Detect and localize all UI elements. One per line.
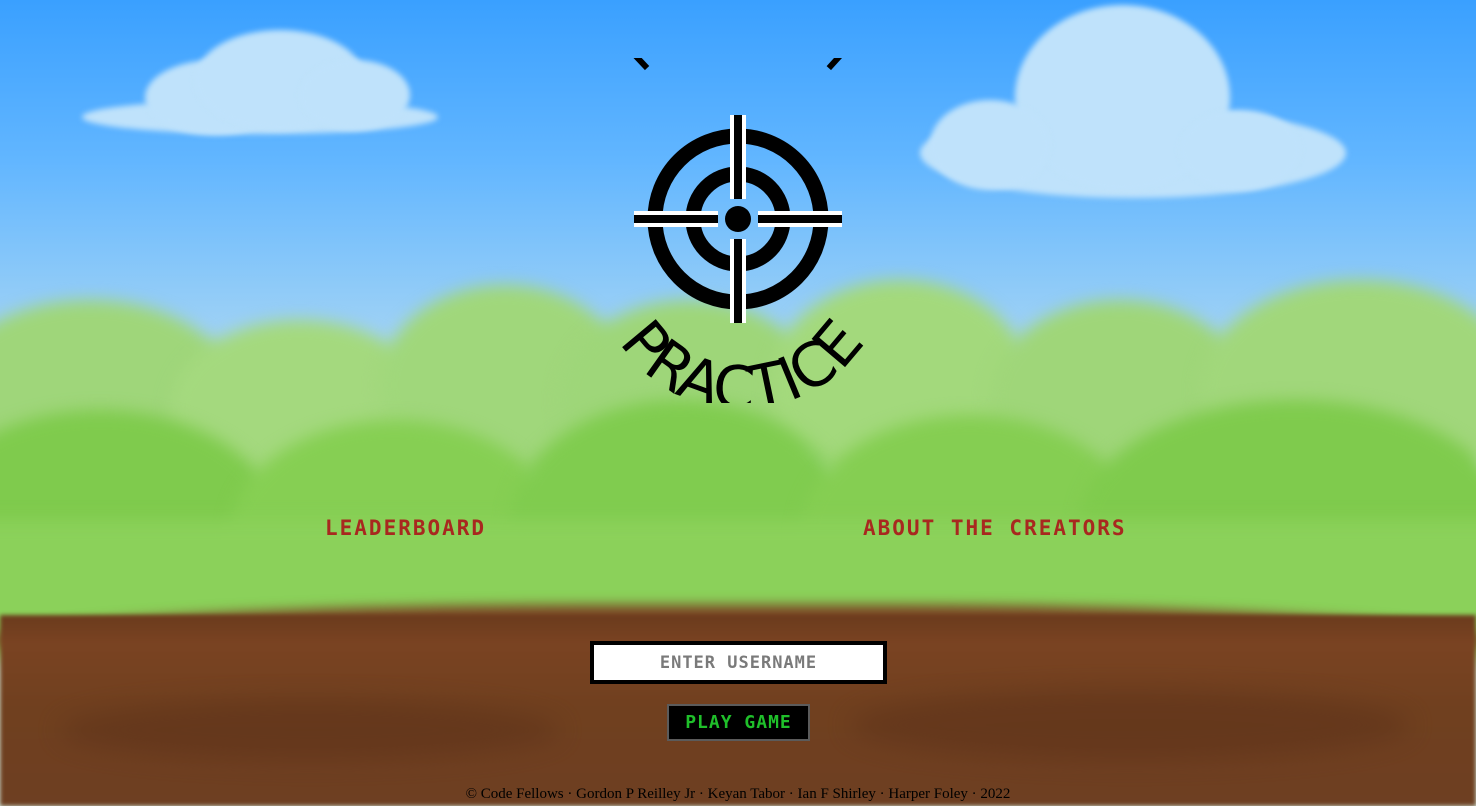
- logo-top-text: TARGET: [595, 58, 879, 92]
- username-input[interactable]: [590, 641, 887, 684]
- crosshair-target-icon: [634, 115, 842, 323]
- target-practice-logo: TARGET PRACTICE: [595, 58, 879, 403]
- about-the-creators-link[interactable]: ABOUT THE CREATORS: [863, 516, 1127, 540]
- footer-credits: © Code Fellows · Gordon P Reilley Jr · K…: [465, 786, 1011, 802]
- play-game-button[interactable]: PLAY GAME: [667, 704, 810, 741]
- leaderboard-link[interactable]: LEADERBOARD: [325, 516, 486, 540]
